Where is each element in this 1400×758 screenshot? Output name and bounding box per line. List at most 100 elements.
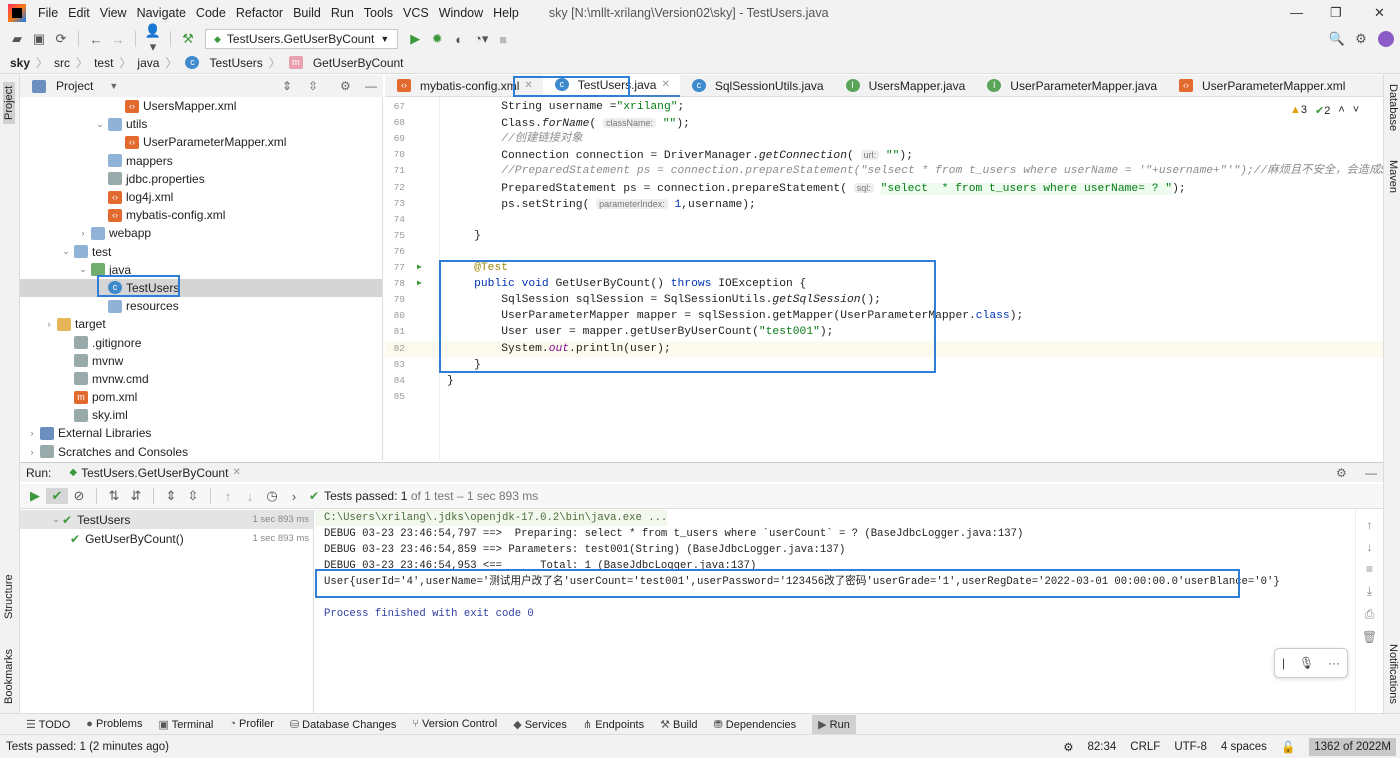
tool-tab-run[interactable]: ▶ Run [812,714,856,734]
tool-tab-profiler[interactable]: ◔ Profiler [229,718,274,730]
chevron-down-icon[interactable]: ⌄ [94,119,106,130]
tree-item[interactable]: resources [20,297,382,315]
avatar[interactable] [1378,31,1394,47]
menu-tools[interactable]: Tools [364,6,393,20]
tool-tab-endpoints[interactable]: ⋔ Endpoints [583,718,644,731]
tab-userparametermapper-xml[interactable]: ‹› UserParameterMapper.xml [1167,75,1355,97]
back-icon[interactable]: ← [85,32,107,47]
gear-icon[interactable]: ⚙ [340,79,351,93]
cursor-icon[interactable]: | [1282,656,1285,670]
rerun-icon[interactable]: ▶ [24,488,46,504]
tool-tab-services[interactable]: ◆ Services [513,718,567,731]
tree-item[interactable]: ‹› mybatis-config.xml [20,206,382,224]
chevron-right-icon[interactable]: › [26,428,38,438]
more-icon[interactable]: ··· [1328,656,1340,670]
tree-item[interactable]: ⌄ java [20,261,382,279]
tree-item[interactable]: m pom.xml [20,388,382,406]
scroll-down-icon[interactable]: ↓ [1356,540,1383,554]
project-panel-title[interactable]: Project [56,79,93,93]
database-tool-button[interactable]: Database [1387,84,1399,131]
test-result-item[interactable]: ✔ GetUserByCount() 1 sec 893 ms [20,529,313,548]
tree-item[interactable]: ‹› log4j.xml [20,188,382,206]
tab-sqlsessionutils-java[interactable]: c SqlSessionUtils.java [680,75,834,97]
indent[interactable]: 4 spaces [1221,741,1267,753]
breadcrumb-item[interactable]: java [137,56,159,70]
maximize-button[interactable]: ❐ [1330,5,1342,21]
tree-item[interactable]: ‹› UsersMapper.xml [20,97,382,115]
minimize-button[interactable]: — [1290,5,1303,20]
chevron-down-icon[interactable]: ⌄ [50,514,62,525]
more-icon[interactable]: › [283,489,305,504]
menu-code[interactable]: Code [196,6,226,20]
breadcrumb-item[interactable]: test [94,56,113,70]
tree-item[interactable]: mappers [20,152,382,170]
chevron-right-icon[interactable]: › [26,447,38,457]
menu-window[interactable]: Window [439,6,483,20]
bookmarks-tool-button[interactable]: Bookmarks [3,649,15,704]
maven-tool-button[interactable]: Maven [1387,160,1399,193]
cursor-position[interactable]: 82:34 [1088,741,1117,753]
user-icon[interactable]: 👤▾ [142,23,164,55]
scroll-up-icon[interactable]: ↑ [1356,518,1383,532]
expand-all-icon[interactable]: ⇕ [282,79,292,93]
close-window-button[interactable]: ✕ [1374,5,1385,21]
next-test-icon[interactable]: ↓ [239,489,261,504]
print-icon[interactable]: ⎙ [1356,607,1383,622]
tree-item[interactable]: c TestUsers [20,278,382,298]
lock-icon[interactable]: 🔓 [1281,740,1295,754]
open-folder-icon[interactable]: ▰ [6,31,28,47]
collapse-all-icon[interactable]: ⇳ [308,79,318,93]
menu-file[interactable]: File [38,6,58,20]
hide-panel-icon[interactable]: — [365,79,377,93]
tree-item[interactable]: sky.iml [20,406,382,424]
show-passed-icon[interactable]: ✔ [46,488,68,504]
tree-item[interactable]: › External Libraries [20,424,382,442]
run-config-select[interactable]: ◆ TestUsers.GetUserByCount ▼ [205,29,399,49]
tree-item[interactable]: mvnw.cmd [20,370,382,388]
sync-icon[interactable]: ⟳ [50,31,72,47]
show-ignored-icon[interactable]: ⊘ [68,488,90,504]
menu-refactor[interactable]: Refactor [236,6,283,20]
chevron-up-icon[interactable]: ˄ [1338,104,1344,117]
chevron-right-icon[interactable]: › [77,228,89,238]
close-icon[interactable]: ✕ [661,79,669,90]
gear-icon[interactable]: ⚙ [1350,31,1372,47]
chevron-down-icon[interactable]: ⌄ [60,246,72,257]
previous-test-icon[interactable]: ↑ [217,489,239,504]
memory-indicator[interactable]: 1362 of 2022M [1309,737,1396,756]
breadcrumb-item[interactable]: sky [10,56,30,70]
run-gutter-icon[interactable]: ▶ [417,260,422,276]
menu-edit[interactable]: Edit [68,6,90,20]
git-icon[interactable]: ⚙ [1063,740,1073,754]
tool-tab-dependencies[interactable]: ⛃ Dependencies [714,718,797,731]
tool-tab-build[interactable]: ⚒ Build [660,718,697,731]
encoding[interactable]: UTF-8 [1174,741,1207,753]
gear-icon[interactable]: ⚙ [1336,466,1347,480]
menu-navigate[interactable]: Navigate [137,6,186,20]
build-hammer-icon[interactable]: ⚒ [177,31,199,47]
tree-item[interactable]: .gitignore [20,333,382,351]
breadcrumb-item[interactable]: TestUsers [209,56,262,70]
menu-run[interactable]: Run [331,6,354,20]
tree-item[interactable]: ⌄ utils [20,115,382,133]
inspection-widget[interactable]: ▲3 ✔2 ˄ ˅ [1290,104,1359,117]
forward-icon[interactable]: → [107,32,129,47]
line-separator[interactable]: CRLF [1130,741,1160,753]
sort-duration-icon[interactable]: ⇵ [125,488,147,504]
tree-item[interactable]: › webapp [20,224,382,242]
close-icon[interactable]: ✕ [232,467,240,478]
hide-panel-icon[interactable]: — [1365,466,1377,480]
soft-wrap-icon[interactable]: ≡ [1356,562,1383,576]
breadcrumb-item[interactable]: GetUserByCount [313,56,404,70]
save-icon[interactable]: ▣ [28,31,50,47]
menu-vcs[interactable]: VCS [403,6,429,20]
tool-tab-terminal[interactable]: ▣ Terminal [158,718,213,731]
chevron-down-icon[interactable]: ▼ [109,81,118,91]
tool-tab-version-control[interactable]: ⑂ Version Control [412,718,497,730]
scroll-to-end-icon[interactable]: ⤓ [1356,584,1383,599]
tab-usersmapper-java[interactable]: I UsersMapper.java [834,75,976,97]
chevron-down-icon[interactable]: ˅ [1353,104,1359,117]
stop-icon[interactable]: ■ [492,32,514,47]
run-gutter-icon[interactable]: ▶ [417,276,422,292]
tool-tab-todo[interactable]: ☰ TODO [26,718,70,731]
